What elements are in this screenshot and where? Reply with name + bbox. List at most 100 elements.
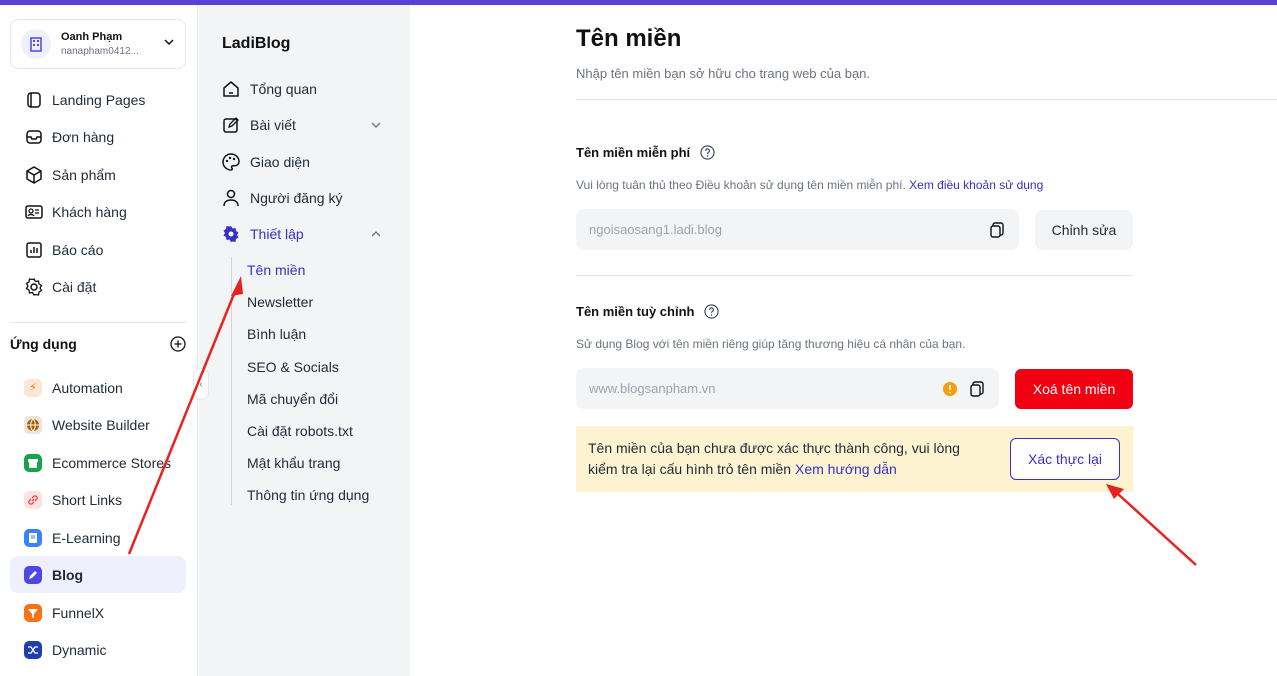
store-icon xyxy=(24,453,42,472)
custom-domain-value: www.blogsanpham.vn xyxy=(589,381,716,396)
subnav-item-subscribers[interactable]: Người đăng ký xyxy=(221,183,391,213)
help-icon[interactable] xyxy=(704,304,720,319)
nav-label: Đơn hàng xyxy=(52,129,115,145)
app-funnelx[interactable]: FunnelX xyxy=(10,594,186,631)
home-icon xyxy=(223,81,239,97)
terms-link[interactable]: Xem điều khoản sử dụng xyxy=(909,178,1043,192)
account-email: nanapham0412... xyxy=(61,46,139,57)
page-title: Tên miền xyxy=(576,25,682,52)
nav-customers[interactable]: Khách hàng xyxy=(10,195,186,229)
edit-icon xyxy=(24,565,42,584)
nav-settings[interactable]: Cài đặt xyxy=(10,270,186,304)
warning-icon xyxy=(943,381,957,396)
help-icon[interactable] xyxy=(700,145,715,160)
sidebar-divider xyxy=(10,322,186,323)
settings-domain[interactable]: Tên miền xyxy=(247,262,305,278)
app-dynamic[interactable]: Dynamic xyxy=(10,631,186,668)
nav-label: Khách hàng xyxy=(52,204,127,220)
nav-reports[interactable]: Báo cáo xyxy=(10,233,186,267)
settings-app-info[interactable]: Thông tin ứng dụng xyxy=(247,487,369,503)
bolt-icon: ⚡ xyxy=(24,378,42,397)
subnav-label: Giao diện xyxy=(250,154,310,170)
app-label: E-Learning xyxy=(52,529,121,546)
nav-landing-pages[interactable]: Landing Pages xyxy=(10,83,186,117)
pencil-square-icon xyxy=(223,117,239,133)
nav-label: Landing Pages xyxy=(52,92,146,108)
box-icon xyxy=(26,166,42,184)
settings-robots[interactable]: Cài đặt robots.txt xyxy=(247,423,353,439)
subnav-label: Bài viết xyxy=(250,117,296,133)
settings-page-password[interactable]: Mật khẩu trang xyxy=(247,455,340,471)
chevron-left-icon: ‹ xyxy=(199,378,203,390)
subnav-label: Người đăng ký xyxy=(250,190,343,206)
subnav-title: LadiBlog xyxy=(222,35,291,52)
free-domain-desc: Vui lòng tuân thủ theo Điều khoản sử dụn… xyxy=(576,178,1043,192)
nav-orders[interactable]: Đơn hàng xyxy=(10,120,186,154)
copy-icon[interactable] xyxy=(988,221,1006,239)
warning-text: Tên miền của bạn chưa được xác thực thàn… xyxy=(588,440,960,477)
custom-domain-desc: Sử dụng Blog với tên miền riêng giúp tăn… xyxy=(576,337,966,351)
add-app-button[interactable] xyxy=(170,336,186,357)
settings-seo-socials[interactable]: SEO & Socials xyxy=(247,359,339,375)
guide-link[interactable]: Xem hướng dẫn xyxy=(795,461,897,477)
free-domain-heading: Tên miền miễn phí xyxy=(576,145,715,160)
link-icon xyxy=(24,490,42,509)
palette-icon xyxy=(222,153,240,171)
layers-icon xyxy=(27,92,41,108)
user-icon xyxy=(223,189,239,207)
delete-domain-button[interactable]: Xoá tên miền xyxy=(1015,369,1133,409)
inbox-icon xyxy=(26,130,42,144)
nav-label: Báo cáo xyxy=(52,242,104,258)
settings-comments[interactable]: Bình luận xyxy=(247,326,306,342)
nav-products[interactable]: Sản phẩm xyxy=(10,158,186,192)
app-website-builder[interactable]: Website Builder xyxy=(10,406,186,443)
custom-domain-field[interactable]: www.blogsanpham.vn xyxy=(576,368,999,409)
apps-heading: Ứng dụng xyxy=(10,336,77,352)
app-ecommerce-stores[interactable]: Ecommerce Stores xyxy=(10,444,186,481)
chevron-down-icon xyxy=(163,35,175,53)
building-icon xyxy=(21,29,51,59)
page-description: Nhập tên miền bạn sở hữu cho trang web c… xyxy=(576,66,871,81)
subnav-item-appearance[interactable]: Giao diện xyxy=(221,147,391,177)
subnav-label: Thiết lập xyxy=(250,226,304,242)
globe-icon xyxy=(24,415,42,434)
free-domain-title: Tên miền miễn phí xyxy=(576,145,691,160)
account-switcher[interactable]: Oanh Phạm nanapham0412... xyxy=(10,19,186,69)
chevron-down-icon xyxy=(371,122,381,128)
nav-label: Cài đặt xyxy=(52,279,97,295)
app-blog[interactable]: Blog xyxy=(10,556,186,593)
subnav-item-overview[interactable]: Tổng quan xyxy=(221,74,391,104)
app-label: Short Links xyxy=(52,491,123,508)
warning-message: Tên miền của bạn chưa được xác thực thàn… xyxy=(588,438,988,480)
reverify-button[interactable]: Xác thực lại xyxy=(1010,438,1120,480)
app-short-links[interactable]: Short Links xyxy=(10,481,186,518)
copy-icon[interactable] xyxy=(968,380,986,398)
main-sidebar: Oanh Phạm nanapham0412... Landing Pages … xyxy=(0,5,198,676)
shuffle-icon xyxy=(24,640,42,659)
settings-conversion-code[interactable]: Mã chuyển đổi xyxy=(247,391,338,407)
app-label: FunnelX xyxy=(52,604,105,621)
subnav-item-posts[interactable]: Bài viết xyxy=(221,110,391,140)
free-domain-field[interactable]: ngoisaosang1.ladi.blog xyxy=(576,209,1019,250)
gear-filled-icon xyxy=(223,226,239,242)
custom-domain-heading: Tên miền tuỳ chỉnh xyxy=(576,304,720,319)
app-label: Website Builder xyxy=(52,416,150,433)
plus-circle-icon xyxy=(170,336,186,352)
tree-line xyxy=(231,257,232,505)
edit-domain-button[interactable]: Chỉnh sửa xyxy=(1035,210,1133,250)
app-automation[interactable]: ⚡ Automation xyxy=(10,369,186,406)
settings-newsletter[interactable]: Newsletter xyxy=(247,294,313,310)
account-name: Oanh Phạm xyxy=(61,31,123,43)
subnav-label: Tổng quan xyxy=(250,81,317,97)
nav-label: Sản phẩm xyxy=(52,167,116,183)
app-label: Dynamic xyxy=(52,641,107,658)
app-label: Ecommerce Stores xyxy=(52,454,172,471)
chart-icon xyxy=(26,242,42,258)
collapse-sidebar-button[interactable]: ‹ xyxy=(193,368,209,400)
app-e-learning[interactable]: E-Learning xyxy=(10,519,186,556)
blog-subnav: LadiBlog Tổng quan Bài viết Giao diện Ng… xyxy=(199,5,410,676)
subnav-item-settings[interactable]: Thiết lập xyxy=(221,219,391,249)
verification-warning: Tên miền của bạn chưa được xác thực thàn… xyxy=(576,426,1133,492)
main-content: Tên miền Nhập tên miền bạn sở hữu cho tr… xyxy=(411,5,1277,676)
id-card-icon xyxy=(25,205,43,219)
